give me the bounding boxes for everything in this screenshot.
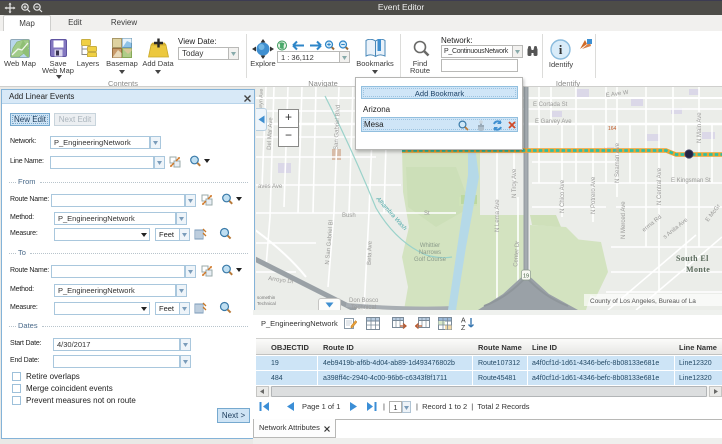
svg-text:St: St <box>424 211 430 217</box>
svg-text:N Main Ave: N Main Ave <box>697 112 703 143</box>
svg-text:Bush: Bush <box>342 213 356 219</box>
svg-text:E Cortada St: E Cortada St <box>533 102 568 108</box>
svg-text:South El: South El <box>676 254 709 263</box>
svg-text:N Seaman Ave: N Seaman Ave <box>615 142 621 183</box>
svg-text:A: A <box>461 318 466 325</box>
svg-text:N Lema Ave: N Lema Ave <box>495 199 501 232</box>
svg-text:aves Ave: aves Ave <box>258 184 283 190</box>
svg-text:Don Bosco: Don Bosco <box>349 298 379 304</box>
svg-text:County of Los Angeles, Bureau: County of Los Angeles, Bureau of La <box>590 298 696 305</box>
svg-text:N Chico Ave: N Chico Ave <box>560 179 566 213</box>
svg-text:N Merced Ave: N Merced Ave <box>621 201 627 239</box>
svg-text:N Troy Ave: N Troy Ave <box>512 168 518 198</box>
svg-text:Monte: Monte <box>686 265 710 274</box>
svg-text:19: 19 <box>523 274 529 280</box>
svg-text:Narrows: Narrows <box>419 250 441 256</box>
svg-text:Z: Z <box>461 325 466 330</box>
svg-text:E Kingsman St: E Kingsman St <box>671 178 711 184</box>
svg-text:N Potrero Ave: N Potrero Ave <box>591 176 597 214</box>
svg-text:Golf Course: Golf Course <box>414 257 447 263</box>
svg-text:Technical: Technical <box>257 301 276 306</box>
svg-text:somethin: somethin <box>257 295 276 300</box>
svg-text:Whittier: Whittier <box>420 243 440 249</box>
svg-text:164: 164 <box>608 126 617 132</box>
svg-text:N Central Ave: N Central Ave <box>657 167 663 205</box>
svg-text:Beta Ave: Beta Ave <box>367 240 374 265</box>
svg-text:E Garvey Ave: E Garvey Ave <box>535 119 572 125</box>
svg-text:i: i <box>559 42 563 57</box>
svg-text:wyn Ave: wyn Ave <box>258 88 265 110</box>
